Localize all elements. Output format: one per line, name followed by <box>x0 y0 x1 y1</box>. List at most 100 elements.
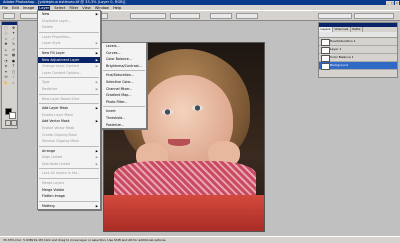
options-field[interactable] <box>210 13 232 19</box>
quick-mask-mode-icon[interactable] <box>11 120 17 126</box>
options-field[interactable] <box>130 13 166 19</box>
move-tool-icon[interactable]: ✥ <box>10 26 17 31</box>
menu-item[interactable]: Delete <box>38 24 100 31</box>
menu-item[interactable]: Rasterize ▶ <box>38 86 100 93</box>
submenu-item[interactable]: Hue/Saturation... <box>102 72 146 79</box>
tab-layers[interactable]: Layers <box>319 27 333 32</box>
menu-item[interactable]: Add Layer Mask ▶ <box>38 105 100 112</box>
menu-filter[interactable]: Filter <box>69 6 78 10</box>
menu-item[interactable]: New ▶ <box>38 11 100 18</box>
dodge-tool-icon[interactable]: ● <box>10 59 17 64</box>
photo-pillow <box>104 195 264 231</box>
layer-row[interactable]: Layer 1 <box>319 46 397 54</box>
menu-view[interactable]: View <box>82 6 91 10</box>
palette-well[interactable] <box>354 13 394 19</box>
clone-stamp-tool-icon[interactable]: ⊥ <box>3 48 10 53</box>
submenu-item[interactable]: Invert <box>102 108 146 115</box>
notes-tool-icon[interactable]: ✉ <box>3 75 10 80</box>
menu-item[interactable]: Duplicate Layer... <box>38 18 100 25</box>
menu-item[interactable]: Type ▶ <box>38 79 100 86</box>
menu-item[interactable]: Merge Visible <box>38 187 100 194</box>
tab-paths[interactable]: Paths <box>351 27 363 32</box>
menu-window[interactable]: Window <box>95 6 109 10</box>
menu-item[interactable]: Layer Style ▶ <box>38 40 100 47</box>
submenu-item[interactable]: Levels... <box>102 43 146 50</box>
submenu-item[interactable]: Channel Mixer... <box>102 86 146 93</box>
menu-item-label: Arrange <box>42 148 56 153</box>
menu-item[interactable]: Flatten Image <box>38 193 100 200</box>
submenu-arrow-icon: ▶ <box>95 12 98 16</box>
blur-tool-icon[interactable]: ◔ <box>3 59 10 64</box>
options-field[interactable] <box>236 13 258 19</box>
close-button[interactable]: x <box>395 0 399 5</box>
history-brush-tool-icon[interactable]: ↺ <box>10 48 17 53</box>
options-field[interactable] <box>170 13 200 19</box>
menu-select[interactable]: Select <box>54 6 65 10</box>
menu-item[interactable]: Matting ▶ <box>38 203 100 210</box>
menu-edit[interactable]: Edit <box>12 6 19 10</box>
hand-tool-icon[interactable]: ✋ <box>3 81 10 86</box>
menu-file[interactable]: File <box>2 6 8 10</box>
gradient-tool-icon[interactable]: ▦ <box>10 53 17 58</box>
layer-row[interactable]: Background <box>319 62 397 70</box>
menu-item[interactable]: New Layer Based Slice <box>38 96 100 103</box>
tool-preset-picker[interactable] <box>3 13 15 19</box>
lasso-tool-icon[interactable]: ◌ <box>3 31 10 36</box>
menu-item[interactable]: New Fill Layer ▶ <box>38 50 100 57</box>
menu-item[interactable]: Release Clipping Mask <box>38 138 100 145</box>
submenu-arrow-icon: ▶ <box>95 106 98 111</box>
menu-item[interactable]: Layer Properties... <box>38 34 100 41</box>
submenu-item[interactable]: Selective Color... <box>102 79 146 86</box>
menu-item[interactable]: Lock All Layers in Set... <box>38 170 100 177</box>
menu-help[interactable]: Help <box>113 6 121 10</box>
submenu-item[interactable]: Gradient Map... <box>102 92 146 99</box>
maximize-button[interactable]: □ <box>390 0 395 5</box>
crop-tool-icon[interactable]: ⌗ <box>3 37 10 42</box>
menu-item[interactable]: Merge Layers <box>38 180 100 187</box>
path-selection-tool-icon[interactable]: ➤ <box>3 64 10 69</box>
menu-item[interactable]: Distribute Linked ▶ <box>38 161 100 168</box>
marquee-tool-icon[interactable]: ⬚ <box>3 26 10 31</box>
menu-item-label: Layer Content Options... <box>42 70 83 75</box>
menu-item-label: Matting <box>42 203 55 208</box>
zoom-tool-icon[interactable]: ⌕ <box>10 81 17 86</box>
healing-brush-tool-icon[interactable]: ✚ <box>3 42 10 47</box>
menu-layer[interactable]: Layer <box>38 5 51 10</box>
menu-item[interactable]: Enable Layer Mask <box>38 112 100 119</box>
submenu-item[interactable]: Curves... <box>102 50 146 57</box>
menu-item[interactable]: Layer Content Options... <box>38 70 100 77</box>
tab-channels[interactable]: Channels <box>333 27 351 32</box>
submenu-item[interactable]: Color Balance... <box>102 56 146 63</box>
menu-item[interactable]: Add Vector Mask ▶ <box>38 118 100 125</box>
submenu-item[interactable]: Posterize... <box>102 122 146 129</box>
eraser-tool-icon[interactable]: ▭ <box>3 53 10 58</box>
submenu-arrow-icon: ▶ <box>95 80 98 85</box>
menu-item[interactable]: Create Clipping Mask <box>38 132 100 139</box>
submenu-arrow-icon: ▶ <box>95 57 98 62</box>
pen-tool-icon[interactable]: ✒ <box>3 70 10 75</box>
menu-item[interactable]: New Adjustment Layer ▶ <box>38 56 100 64</box>
brush-tool-icon[interactable]: ✎ <box>10 42 17 47</box>
menu-item[interactable]: Enable Vector Mask <box>38 125 100 132</box>
shape-tool-icon[interactable]: ▢ <box>10 70 17 75</box>
eyedropper-tool-icon[interactable]: ⁄ <box>10 75 17 80</box>
slice-tool-icon[interactable]: ⟋ <box>10 37 17 42</box>
menu-item[interactable]: Align Linked ▶ <box>38 154 100 161</box>
palette-well[interactable] <box>318 13 352 19</box>
menu-separator <box>39 200 99 202</box>
type-tool-icon[interactable]: T <box>10 64 17 69</box>
magic-wand-tool-icon[interactable]: ✦ <box>10 31 17 36</box>
menu-item-label: Flatten Image <box>42 194 65 199</box>
minimize-button[interactable]: _ <box>385 0 390 5</box>
layer-thumbnail <box>321 39 330 46</box>
submenu-item[interactable]: Threshold... <box>102 115 146 122</box>
submenu-item[interactable]: Photo Filter... <box>102 99 146 106</box>
menu-item[interactable]: Arrange ▶ <box>38 148 100 155</box>
layer-row[interactable]: Color Balance 1 <box>319 54 397 62</box>
menu-image[interactable]: Image <box>23 6 34 10</box>
layer-row[interactable]: Hue/Saturation 1 <box>319 38 397 46</box>
window-controls: _ □ x <box>385 0 399 5</box>
submenu-item[interactable]: Brightness/Contrast... <box>102 63 146 70</box>
menu-item[interactable]: Change Layer Content ▶ <box>38 63 100 70</box>
background-color-swatch[interactable] <box>9 112 16 119</box>
